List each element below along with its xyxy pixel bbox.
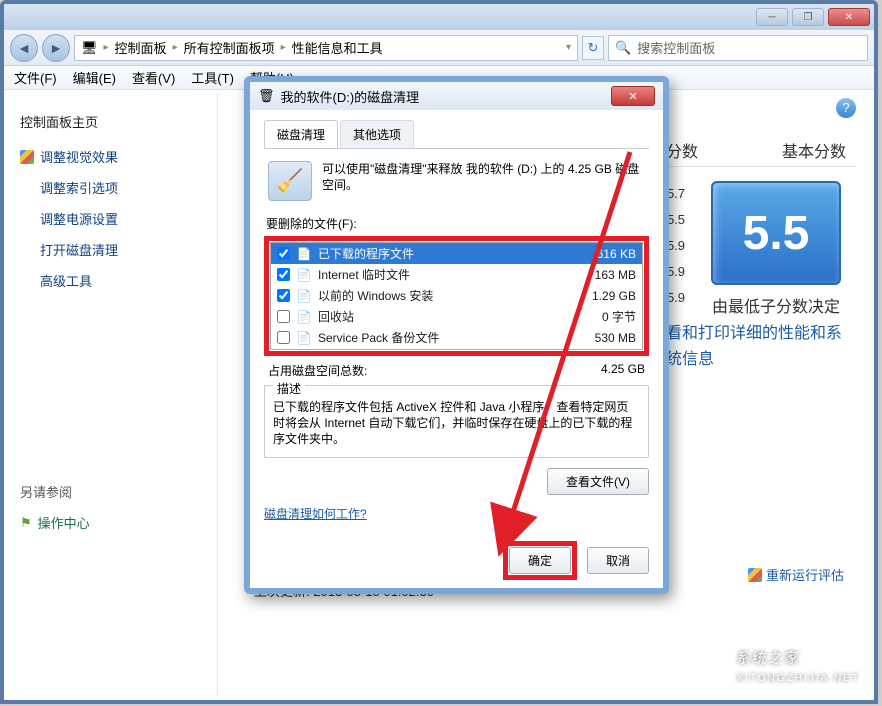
file-icon: 📄 — [296, 309, 312, 325]
highlight-files-list: 📄 已下载的程序文件 616 KB 📄 Internet 临时文件 163 MB 📄 以前的 … — [264, 236, 649, 356]
forward-button[interactable]: ► — [42, 34, 70, 62]
tab-cleanup[interactable]: 磁盘清理 — [264, 120, 338, 148]
files-to-delete-label: 要删除的文件(F): — [266, 215, 649, 232]
file-checkbox[interactable] — [277, 289, 290, 302]
drive-icon: 🗑 — [258, 88, 275, 104]
highlight-ok-button: 确定 — [503, 541, 577, 580]
window-title-bar: ─ ❐ ✕ — [4, 4, 874, 30]
navigation-bar: ◄ ► 🖥 ▸ 控制面板 ▸ 所有控制面板项 ▸ 性能信息和工具 ▾ ↻ 🔍 搜… — [4, 30, 874, 66]
disk-cleanup-icon: 🧹 — [268, 161, 312, 201]
files-list[interactable]: 📄 已下载的程序文件 616 KB 📄 Internet 临时文件 163 MB 📄 以前的 … — [270, 242, 643, 350]
file-icon: 📄 — [296, 330, 312, 346]
file-name: Service Pack 备份文件 — [318, 329, 589, 346]
menu-tools[interactable]: 工具(T) — [191, 68, 234, 87]
file-size: 0 字节 — [602, 308, 636, 325]
file-icon: 📄 — [296, 267, 312, 283]
intro-text: 可以使用"磁盘清理"来释放 我的软件 (D:) 上的 4.25 GB 磁盘空间。 — [322, 161, 645, 201]
file-name: 以前的 Windows 安装 — [318, 287, 586, 304]
score-base-label: 基本分数 — [782, 138, 846, 162]
file-row[interactable]: 📄 回收站 0 字节 — [271, 306, 642, 327]
search-input[interactable]: 🔍 搜索控制面板 — [608, 35, 868, 61]
dialog-title-bar: 🗑 我的软件(D:)的磁盘清理 ✕ — [250, 82, 663, 110]
search-placeholder: 搜索控制面板 — [637, 38, 715, 57]
file-icon: 📄 — [296, 288, 312, 304]
breadcrumb[interactable]: 🖥 ▸ 控制面板 ▸ 所有控制面板项 ▸ 性能信息和工具 ▾ — [74, 35, 578, 61]
score-caption: 由最低子分数决定 — [696, 289, 856, 321]
sidebar: 控制面板主页 调整视觉效果 调整索引选项 调整电源设置 打开磁盘清理 高级工具 … — [8, 94, 218, 696]
tab-strip: 磁盘清理 其他选项 — [264, 120, 649, 149]
file-size: 530 MB — [595, 331, 636, 345]
file-size: 1.29 GB — [592, 289, 636, 303]
menu-edit[interactable]: 编辑(E) — [73, 68, 116, 87]
shield-icon — [748, 568, 762, 582]
file-row[interactable]: 📄 Internet 临时文件 163 MB — [271, 264, 642, 285]
sidebar-header[interactable]: 控制面板主页 — [8, 108, 217, 141]
disk-cleanup-dialog: 🗑 我的软件(D:)的磁盘清理 ✕ 磁盘清理 其他选项 🧹 可以使用"磁盘清理"… — [244, 76, 669, 594]
menu-file[interactable]: 文件(F) — [14, 68, 57, 87]
description-legend: 描述 — [273, 380, 305, 397]
crumb-1[interactable]: 控制面板 — [115, 38, 167, 57]
score-columns: 分数 基本分数 — [656, 134, 856, 167]
file-checkbox[interactable] — [277, 247, 290, 260]
total-label: 占用磁盘空间总数: — [268, 362, 367, 379]
score-sub-label: 分数 — [666, 138, 698, 162]
file-checkbox[interactable] — [277, 268, 290, 281]
crumb-2[interactable]: 所有控制面板项 — [184, 38, 275, 57]
dialog-title: 我的软件(D:)的磁盘清理 — [281, 87, 420, 106]
file-checkbox[interactable] — [277, 310, 290, 323]
file-row[interactable]: 📄 已下载的程序文件 616 KB — [271, 243, 642, 264]
tab-other[interactable]: 其他选项 — [340, 120, 414, 148]
menu-view[interactable]: 查看(V) — [132, 68, 175, 87]
close-button[interactable]: ✕ — [828, 8, 870, 26]
help-icon[interactable]: ? — [836, 98, 856, 118]
drive-icon: 🖥 — [81, 40, 98, 56]
description-text: 已下载的程序文件包括 ActiveX 控件和 Java 小程序，查看特定网页时将… — [273, 399, 640, 447]
file-name: Internet 临时文件 — [318, 266, 589, 283]
refresh-button[interactable]: ↻ — [582, 36, 604, 60]
sidebar-item-diskclean[interactable]: 打开磁盘清理 — [8, 234, 217, 265]
sidebar-see-also: 另请参阅 — [8, 476, 217, 507]
dialog-close-button[interactable]: ✕ — [611, 86, 655, 106]
link-detailed-info[interactable]: 看和打印详细的性能和系统信息 — [656, 321, 856, 373]
file-checkbox[interactable] — [277, 331, 290, 344]
crumb-3[interactable]: 性能信息和工具 — [292, 38, 383, 57]
rerun-assessment-link[interactable]: 重新运行评估 — [748, 565, 844, 584]
sidebar-item-index[interactable]: 调整索引选项 — [8, 172, 217, 203]
file-row[interactable]: 📄 Service Pack 备份文件 530 MB — [271, 327, 642, 348]
cancel-button[interactable]: 取消 — [587, 547, 649, 574]
file-icon: 📄 — [296, 246, 312, 262]
how-does-cleanup-work-link[interactable]: 磁盘清理如何工作? — [264, 505, 367, 522]
view-files-button[interactable]: 查看文件(V) — [547, 468, 649, 495]
sidebar-item-advanced[interactable]: 高级工具 — [8, 265, 217, 296]
sidebar-item-power[interactable]: 调整电源设置 — [8, 203, 217, 234]
back-button[interactable]: ◄ — [10, 34, 38, 62]
file-name: 回收站 — [318, 308, 596, 325]
file-size: 616 KB — [597, 247, 636, 261]
file-size: 163 MB — [595, 268, 636, 282]
sidebar-action-center[interactable]: ⚑操作中心 — [8, 507, 217, 538]
ok-button[interactable]: 确定 — [509, 547, 571, 574]
maximize-button[interactable]: ❐ — [792, 8, 824, 26]
minimize-button[interactable]: ─ — [756, 8, 788, 26]
sidebar-item-visual[interactable]: 调整视觉效果 — [8, 141, 217, 172]
score-tile: 5.5 — [711, 181, 841, 285]
search-icon: 🔍 — [615, 40, 631, 56]
file-name: 已下载的程序文件 — [318, 245, 591, 262]
watermark: 系统之家XITONGZHIJIA.NET — [737, 648, 861, 684]
file-row[interactable]: 📄 以前的 Windows 安装 1.29 GB — [271, 285, 642, 306]
shield-icon — [20, 150, 34, 164]
total-value: 4.25 GB — [601, 362, 645, 379]
